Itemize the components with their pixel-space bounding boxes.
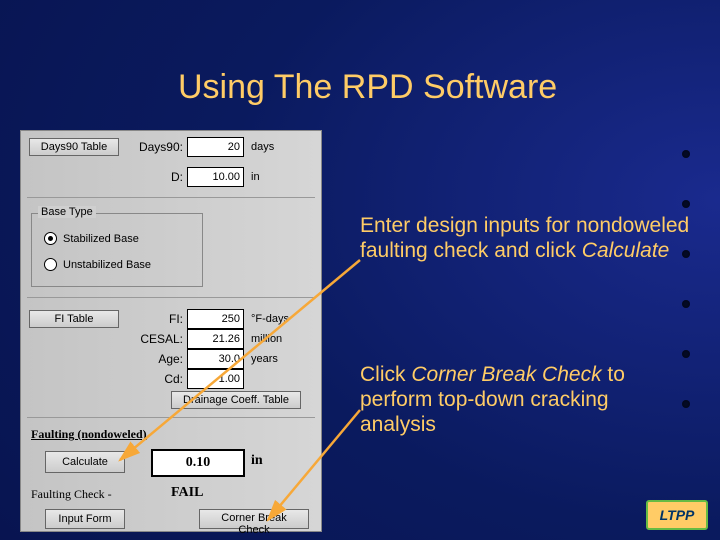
radio-dot-icon [44, 232, 57, 245]
drainage-table-button[interactable]: Drainage Coeff. Table [171, 391, 301, 409]
faulting-result: 0.10 [151, 449, 245, 477]
instruction-1-emph: Calculate [582, 239, 670, 262]
slide-title: Using The RPD Software [178, 68, 557, 107]
input-form-button[interactable]: Input Form [45, 509, 125, 529]
instruction-2: Click Corner Break Check to perform top-… [360, 362, 690, 438]
calculate-button[interactable]: Calculate [45, 451, 125, 473]
divider [27, 197, 315, 198]
fi-input[interactable] [187, 309, 244, 329]
cd-label: Cd: [129, 372, 183, 386]
age-label: Age: [129, 352, 183, 366]
days90-input[interactable] [187, 137, 244, 157]
cd-input[interactable] [187, 369, 244, 389]
divider [27, 297, 315, 298]
radio-dot-icon [44, 258, 57, 271]
d-input[interactable] [187, 167, 244, 187]
rpd-dialog-panel: Days90 Table Days90: days D: in Base Typ… [20, 130, 322, 532]
d-label: D: [129, 170, 183, 184]
days90-table-button[interactable]: Days90 Table [29, 138, 119, 156]
faulting-section-header: Faulting (nondoweled) [31, 427, 147, 442]
d-unit: in [251, 171, 260, 183]
base-type-group: Base Type Stabilized Base Unstabilized B… [31, 213, 203, 287]
age-unit: years [251, 353, 278, 365]
radio-unstabilized[interactable]: Unstabilized Base [44, 258, 151, 271]
cesal-unit: million [251, 333, 282, 345]
radio-unstabilized-label: Unstabilized Base [63, 259, 151, 271]
radio-stabilized[interactable]: Stabilized Base [44, 232, 139, 245]
faulting-check-result: FAIL [171, 485, 203, 501]
days90-label: Days90: [129, 140, 183, 154]
fi-unit: °F-days [251, 313, 289, 325]
base-type-legend: Base Type [38, 206, 96, 218]
faulting-check-label: Faulting Check - [31, 487, 112, 502]
instruction-2-emph: Corner Break Check [411, 363, 601, 386]
radio-stabilized-label: Stabilized Base [63, 233, 139, 245]
cesal-label: CESAL: [129, 332, 183, 346]
decorative-bullets [670, 140, 720, 520]
instruction-2-text-a: Click [360, 363, 411, 386]
divider [27, 417, 315, 418]
cesal-input[interactable] [187, 329, 244, 349]
result-unit: in [251, 453, 263, 469]
ltpp-logo: LTPP [646, 500, 708, 530]
corner-break-check-button[interactable]: Corner Break Check [199, 509, 309, 529]
age-input[interactable] [187, 349, 244, 369]
fi-label: FI: [139, 312, 183, 326]
days90-unit: days [251, 141, 274, 153]
instruction-1: Enter design inputs for nondoweled fault… [360, 213, 690, 263]
fi-table-button[interactable]: FI Table [29, 310, 119, 328]
